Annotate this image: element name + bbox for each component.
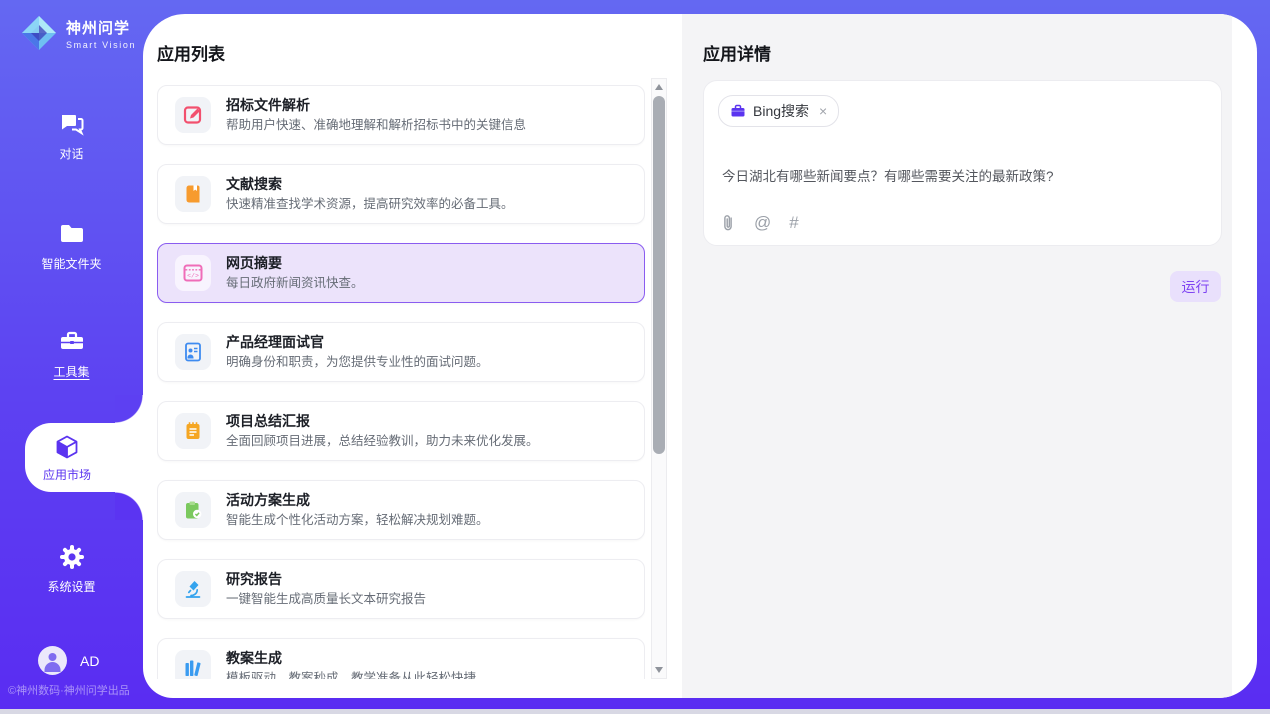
- close-icon[interactable]: ×: [819, 103, 827, 119]
- app-card-pm-interviewer[interactable]: 产品经理面试官 明确身份和职责，为您提供专业性的面试问题。: [157, 322, 645, 382]
- sidebar: 神州问学 Smart Vision 对话 智能文件夹 工具: [0, 0, 143, 714]
- app-title: 活动方案生成: [226, 490, 489, 511]
- tool-tag-bing-search[interactable]: Bing搜索 ×: [718, 95, 839, 127]
- toolbox-icon: [58, 328, 86, 356]
- brand-logo: 神州问学 Smart Vision: [20, 14, 136, 52]
- app-title: 研究报告: [226, 569, 426, 590]
- app-window: 神州问学 Smart Vision 对话 智能文件夹 工具: [0, 0, 1270, 714]
- input-tools-row: @ #: [720, 213, 799, 232]
- app-detail-panel: 应用详情 Bing搜索 × 今日湖北有哪些新闻要点？有哪些需要关注的最新政策?: [682, 14, 1232, 698]
- notepad-icon: [183, 421, 203, 441]
- sidebar-item-label: 智能文件夹: [41, 255, 101, 272]
- scroll-down-button[interactable]: [652, 662, 666, 678]
- app-title: 招标文件解析: [226, 95, 526, 116]
- app-list-scrollbar[interactable]: [651, 78, 667, 679]
- folder-icon: [58, 220, 86, 248]
- window-bottom-edge: [0, 709, 1270, 714]
- book-icon: [183, 184, 203, 204]
- sidebar-item-label: 对话: [59, 145, 83, 162]
- sidebar-item-app-market[interactable]: 应用市场: [25, 423, 109, 492]
- app-card-project-summary[interactable]: 项目总结汇报 全面回顾项目进展，总结经验教训，助力未来优化发展。: [157, 401, 645, 461]
- diamond-logo-icon: [20, 14, 58, 52]
- brand-name: 神州问学: [66, 17, 136, 38]
- app-card-lesson-plan[interactable]: 教案生成 模板驱动，教案秒成，教学准备从此轻松快捷: [157, 638, 645, 679]
- app-card-literature-search[interactable]: 文献搜索 快速精准查找学术资源，提高研究效率的必备工具。: [157, 164, 645, 224]
- app-desc: 每日政府新闻资讯快查。: [226, 274, 364, 292]
- mention-icon[interactable]: @: [754, 214, 771, 231]
- sidebar-item-label: 系统设置: [47, 578, 95, 595]
- clipboard-check-icon: [183, 500, 203, 520]
- avatar: [38, 646, 67, 675]
- gear-icon: [58, 543, 86, 571]
- app-desc: 模板驱动，教案秒成，教学准备从此轻松快捷: [226, 669, 476, 679]
- query-text[interactable]: 今日湖北有哪些新闻要点？有哪些需要关注的最新政策?: [722, 165, 1202, 185]
- app-card-event-plan[interactable]: 活动方案生成 智能生成个性化活动方案，轻松解决规划难题。: [157, 480, 645, 540]
- scroll-up-icon: [655, 84, 663, 90]
- user-initials: AD: [80, 653, 99, 669]
- scrollbar-thumb[interactable]: [653, 96, 665, 454]
- browser-code-icon: </>: [183, 263, 203, 283]
- app-list: 招标文件解析 帮助用户快速、准确地理解和解析招标书中的关键信息 文献搜索 快速精…: [157, 85, 645, 679]
- brand-subtitle: Smart Vision: [66, 40, 136, 50]
- app-desc: 帮助用户快速、准确地理解和解析招标书中的关键信息: [226, 116, 526, 134]
- app-desc: 全面回顾项目进展，总结经验教训，助力未来优化发展。: [226, 432, 539, 450]
- microscope-icon: [183, 579, 203, 599]
- books-icon: [183, 658, 203, 678]
- app-card-bid-parse[interactable]: 招标文件解析 帮助用户快速、准确地理解和解析招标书中的关键信息: [157, 85, 645, 145]
- tool-tag-label: Bing搜索: [753, 101, 809, 121]
- app-desc: 一键智能生成高质量长文本研究报告: [226, 590, 426, 608]
- paperclip-icon[interactable]: [720, 213, 736, 232]
- query-card: Bing搜索 × 今日湖北有哪些新闻要点？有哪些需要关注的最新政策? @ #: [703, 80, 1222, 246]
- main-panel: 应用列表 招标文件解析 帮助用户快速、准确地理解和解析招标书中的关键信息: [143, 14, 1257, 698]
- sidebar-item-smart-folders[interactable]: 智能文件夹: [0, 220, 143, 272]
- briefcase-icon: [730, 103, 746, 119]
- app-card-web-summary-selected[interactable]: </> 网页摘要 每日政府新闻资讯快查。: [157, 243, 645, 303]
- bubble-curve-top: [115, 395, 143, 423]
- app-card-research-report[interactable]: 研究报告 一键智能生成高质量长文本研究报告: [157, 559, 645, 619]
- bubble-curve-bottom: [115, 492, 143, 520]
- app-title: 网页摘要: [226, 253, 364, 274]
- app-detail-title: 应用详情: [703, 40, 771, 65]
- copyright-text: ©神州数码·神州问学出品: [8, 682, 130, 698]
- sidebar-item-app-market-active: 应用市场: [25, 423, 143, 492]
- app-title: 项目总结汇报: [226, 411, 539, 432]
- app-title: 产品经理面试官: [226, 332, 489, 353]
- run-button[interactable]: 运行: [1170, 271, 1221, 302]
- chat-icon: [58, 110, 86, 138]
- app-desc: 明确身份和职责，为您提供专业性的面试问题。: [226, 353, 489, 371]
- hash-icon[interactable]: #: [789, 214, 798, 231]
- app-title: 文献搜索: [226, 174, 514, 195]
- svg-text:</>: </>: [187, 273, 199, 280]
- scroll-up-button[interactable]: [652, 79, 666, 95]
- sidebar-item-toolset[interactable]: 工具集: [0, 328, 143, 380]
- interview-doc-icon: [183, 342, 203, 362]
- app-desc: 智能生成个性化活动方案，轻松解决规划难题。: [226, 511, 489, 529]
- app-desc: 快速精准查找学术资源，提高研究效率的必备工具。: [226, 195, 514, 213]
- cube-icon: [52, 433, 82, 463]
- sidebar-item-label: 工具集: [53, 363, 89, 380]
- sidebar-item-chat[interactable]: 对话: [0, 110, 143, 162]
- app-list-title: 应用列表: [157, 40, 225, 65]
- sidebar-item-settings[interactable]: 系统设置: [0, 543, 143, 595]
- app-title: 教案生成: [226, 648, 476, 669]
- scroll-down-icon: [655, 667, 663, 673]
- user-account[interactable]: AD: [38, 646, 99, 675]
- pen-square-icon: [183, 105, 203, 125]
- sidebar-item-label: 应用市场: [43, 466, 91, 483]
